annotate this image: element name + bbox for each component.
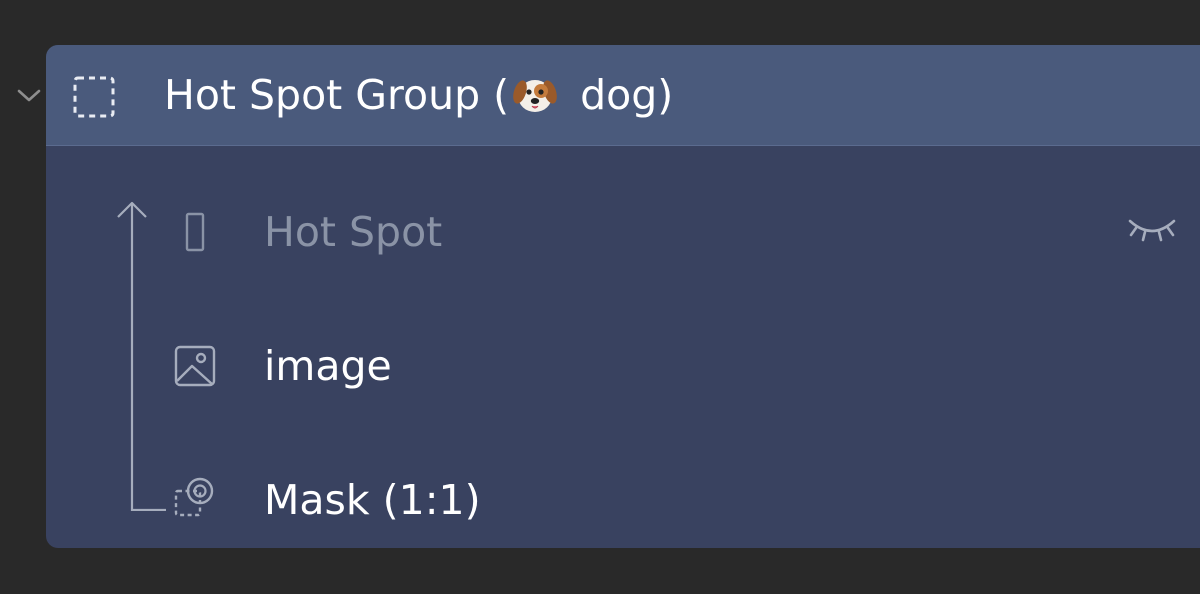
dog-face-emoji-icon [511, 54, 559, 112]
chevron-down-icon[interactable] [14, 84, 44, 108]
group-title-suffix: dog) [567, 71, 674, 119]
layer-row-hot-spot[interactable]: Hot Spot [46, 165, 1200, 299]
layer-group-panel: Hot Spot Group ( dog) Hot Spot image Mas… [46, 45, 1200, 548]
layer-label: Hot Spot [264, 208, 443, 256]
layer-label: image [264, 342, 392, 390]
group-title-prefix: Hot Spot Group ( [164, 71, 510, 119]
layer-label: Mask (1:1) [264, 476, 481, 524]
layer-row-image[interactable]: image [46, 299, 1200, 433]
hotspot-rect-icon [170, 207, 220, 257]
dashed-frame-icon [72, 75, 116, 119]
mask-icon [170, 473, 220, 523]
layers-panel: Hot Spot Group ( dog) Hot Spot image Mas… [0, 0, 1200, 594]
layer-group-row[interactable]: Hot Spot Group ( dog) [46, 45, 1200, 146]
layer-row-mask[interactable]: Mask (1:1) [46, 433, 1200, 548]
eye-closed-icon[interactable] [1124, 211, 1180, 251]
layer-group-title: Hot Spot Group ( dog) [164, 45, 673, 145]
image-icon [170, 341, 220, 391]
